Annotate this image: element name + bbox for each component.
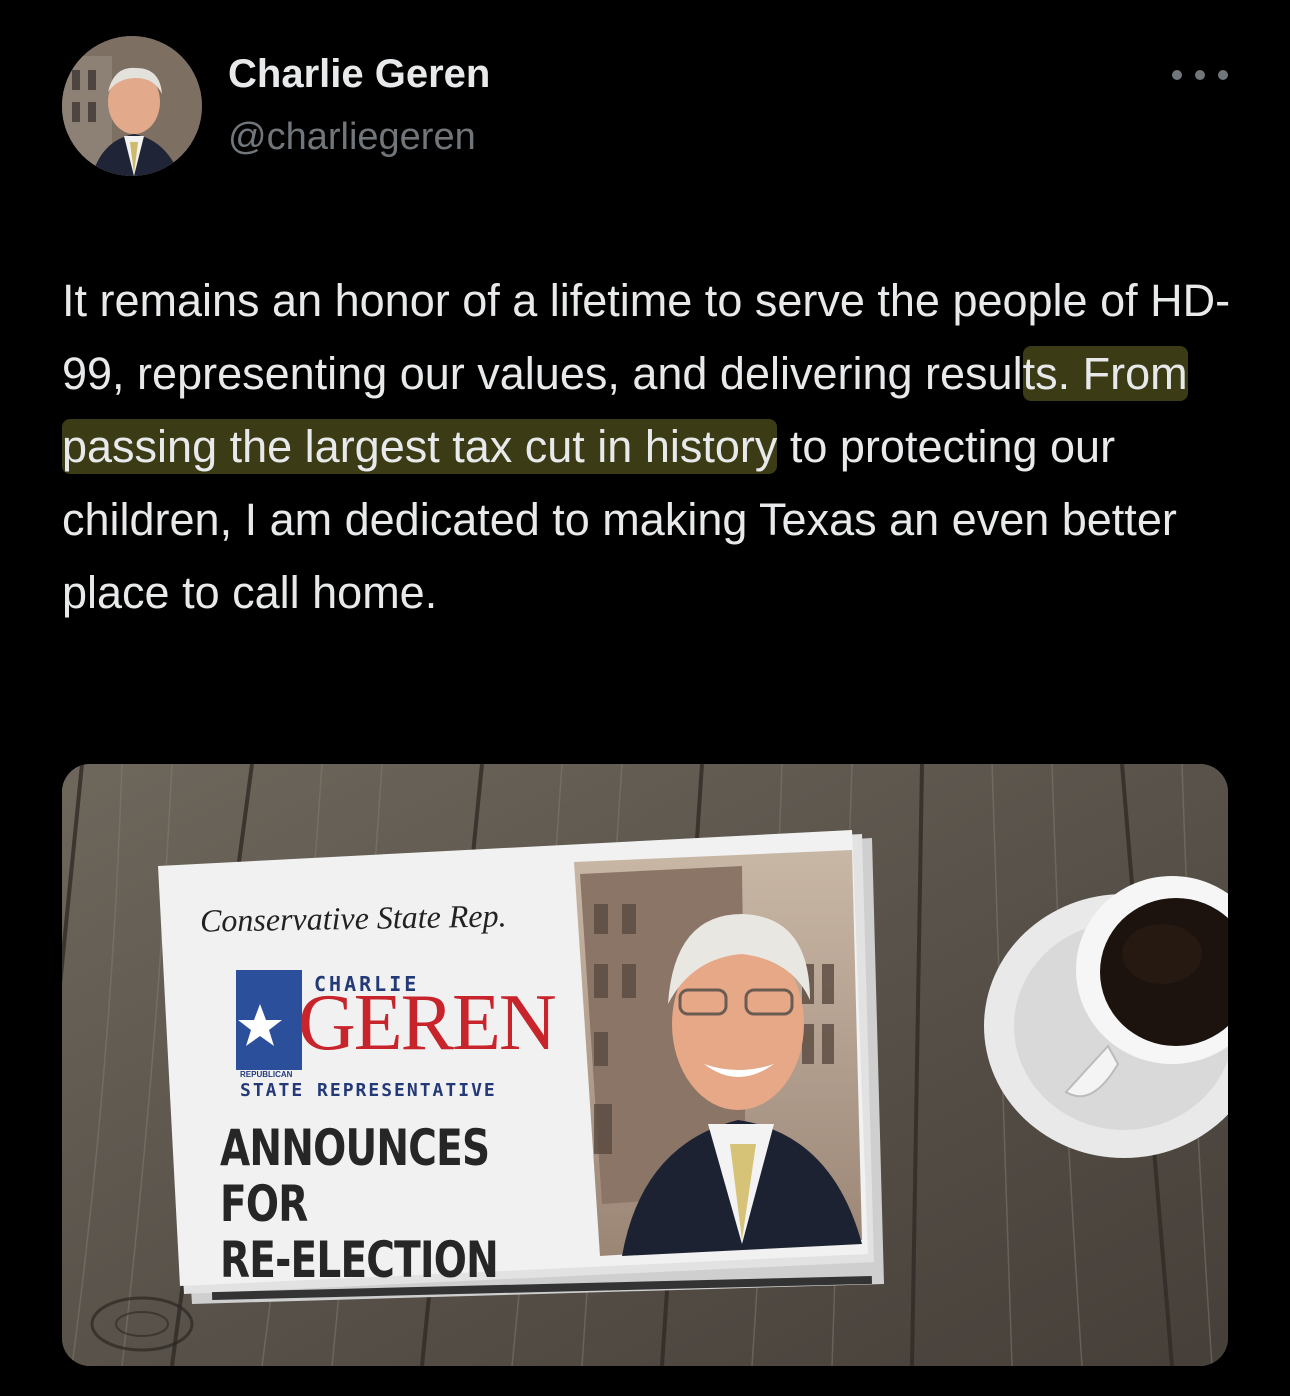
author-handle[interactable]: @charliegeren	[228, 116, 476, 159]
more-dot	[1172, 70, 1182, 80]
tweet-media-image[interactable]: Conservative State Rep. GEREN CHARLIE RE…	[62, 764, 1228, 1366]
more-dot	[1195, 70, 1205, 80]
media-logo-firstname: CHARLIE	[314, 972, 420, 996]
media-kicker: Conservative State Rep.	[199, 897, 507, 939]
more-dot	[1218, 70, 1228, 80]
media-headline: ANNOUNCES FOR RE-ELECTION	[220, 1120, 501, 1288]
media-logo-party: REPUBLICAN	[240, 1070, 293, 1079]
media-headline-line1: ANNOUNCES FOR	[220, 1119, 490, 1233]
media-logo-title: STATE REPRESENTATIVE	[240, 1080, 497, 1101]
more-dots-icon[interactable]	[1172, 60, 1228, 90]
author-avatar[interactable]	[62, 36, 202, 176]
author-name[interactable]: Charlie Geren	[228, 52, 490, 97]
avatar-portrait	[62, 36, 202, 176]
media-headline-line2: RE-ELECTION	[220, 1231, 499, 1289]
tweet-text: It remains an honor of a lifetime to ser…	[62, 264, 1232, 629]
